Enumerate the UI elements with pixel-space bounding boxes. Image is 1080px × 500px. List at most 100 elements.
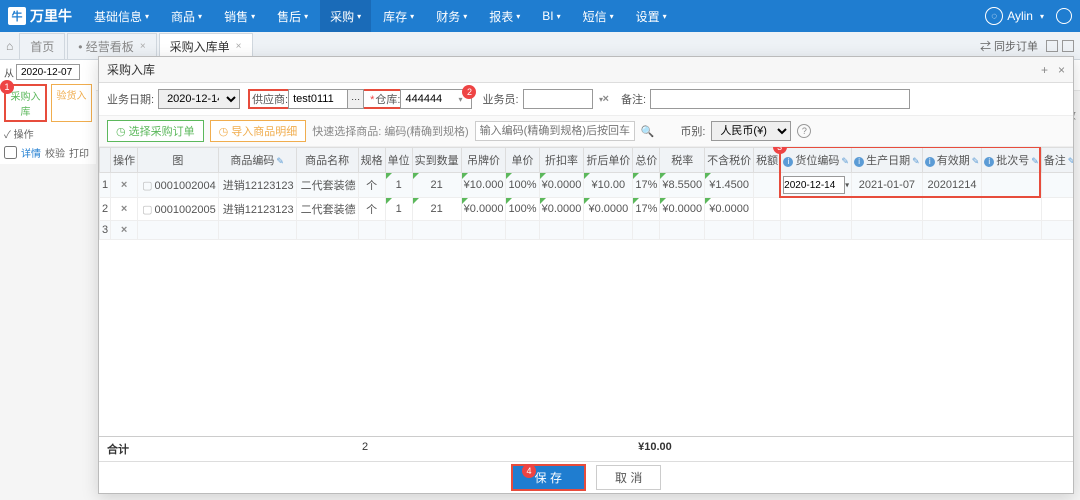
bizdate-select[interactable]: 2020-12-14 [158, 89, 240, 109]
totals-amount: ¥10.00 [638, 441, 672, 457]
tab-1[interactable]: 采购入库单× [159, 33, 253, 59]
col-0[interactable]: 操作 [111, 148, 138, 173]
search-icon[interactable]: 🔍 [641, 125, 655, 138]
tab-close-icon[interactable]: × [140, 41, 146, 52]
row-delete-icon[interactable]: × [121, 179, 127, 191]
modal-title: 采购入库 [107, 61, 1041, 78]
window-controls [1046, 40, 1074, 52]
col-8[interactable]: 单价 [506, 148, 539, 173]
col-6[interactable]: 实到数量 [412, 148, 461, 173]
supplier-input[interactable] [288, 89, 348, 109]
import-detail-button[interactable]: ◷ 导入商品明细 [210, 120, 307, 142]
edit-icon: ✎ [276, 156, 284, 166]
col-7[interactable]: 吊牌价 [461, 148, 506, 173]
col-19[interactable]: 备注✎ [1041, 148, 1073, 173]
nav-item-7[interactable]: 报表▾ [479, 0, 530, 32]
chevron-down-icon: ▾ [1040, 12, 1044, 21]
supplier-label: 供应商: [252, 91, 288, 107]
callout-2: 2 [462, 85, 476, 99]
nav-item-5[interactable]: 库存▾ [373, 0, 424, 32]
nav-item-2[interactable]: 销售▾ [214, 0, 265, 32]
currency-select[interactable]: 人民币(¥) [711, 121, 791, 141]
nav-item-1[interactable]: 商品▾ [161, 0, 212, 32]
col-9[interactable]: 折扣率 [539, 148, 584, 173]
from-date-input[interactable] [16, 64, 80, 80]
callout-1: 1 [0, 80, 14, 94]
cancel-button[interactable]: 取 消 [596, 465, 661, 490]
brand-logo: 牛 万里牛 [8, 6, 72, 26]
sidebar-print-link[interactable]: 打印 [69, 145, 89, 160]
tab-home[interactable]: 首页 [19, 33, 65, 59]
nav-menu: 基础信息▾商品▾销售▾售后▾采购▾库存▾财务▾报表▾BI▾短信▾设置▾ [84, 0, 677, 32]
col-11[interactable]: 总价 [633, 148, 660, 173]
refresh-icon[interactable] [1062, 40, 1074, 52]
callout-3: 3 [773, 147, 787, 154]
modal-expand-icon[interactable]: + [1041, 63, 1048, 77]
purchase-in-modal: 采购入库 + × 业务日期: 2020-12-14 供应商: ⋯ *仓库: ▾ … [98, 56, 1074, 494]
row-delete-icon[interactable]: × [121, 224, 127, 236]
quick-select-label: 快速选择商品: 编码(精确到规格) [312, 123, 468, 139]
nav-item-0[interactable]: 基础信息▾ [84, 0, 159, 32]
agent-clear-icon[interactable]: × [603, 93, 609, 105]
support-icon[interactable] [1056, 8, 1072, 24]
table-row: 3× [100, 221, 1074, 240]
tab-close-icon[interactable]: × [236, 41, 242, 52]
sidebar: 从 1 采购入库 验货入 ✓ 操作 详情 校验 打印 [0, 60, 96, 164]
logo-icon: 牛 [8, 7, 26, 25]
nav-item-4[interactable]: 采购▾ [320, 0, 371, 32]
row-checkbox[interactable] [4, 145, 17, 160]
user-name: Aylin [1007, 9, 1033, 23]
remark-input[interactable] [650, 89, 910, 109]
sidebar-verify-link[interactable]: 校验 [45, 145, 65, 160]
agent-input[interactable] [523, 89, 593, 109]
grid-wrap: 操作图商品编码✎商品名称规格单位实到数量吊牌价单价折扣率折后单价总价税率不含税价… [99, 147, 1073, 436]
brand-text: 万里牛 [30, 6, 72, 26]
col-10[interactable]: 折后单价 [584, 148, 633, 173]
edit-icon: ✎ [1068, 156, 1073, 166]
modal-close-icon[interactable]: × [1058, 63, 1065, 77]
nav-item-8[interactable]: BI▾ [532, 0, 570, 32]
nav-item-9[interactable]: 短信▾ [573, 0, 624, 32]
highlight-box-3: 3 [779, 147, 1042, 198]
bizdate-label: 业务日期: [107, 91, 154, 107]
expand-icon[interactable] [1046, 40, 1058, 52]
modal-header: 采购入库 + × [99, 57, 1073, 83]
inspect-in-button[interactable]: 验货入 [51, 84, 92, 122]
sidebar-ops: ✓ 操作 [4, 126, 92, 141]
pick-po-button[interactable]: ◷ 选择采购订单 [107, 120, 204, 142]
table-row: 2×▢0001002005进销12123123二代套装德个121¥0.00001… [100, 198, 1074, 221]
sidebar-detail-link[interactable]: 详情 [21, 145, 41, 160]
nav-right: ◌ Aylin ▾ [985, 7, 1072, 25]
callout-4: 4 [522, 464, 536, 478]
quick-code-input[interactable] [475, 121, 635, 141]
sync-orders-button[interactable]: ⇄ 同步订单 [980, 38, 1038, 54]
purchase-in-button[interactable]: 1 采购入库 [4, 84, 47, 122]
nav-item-3[interactable]: 售后▾ [267, 0, 318, 32]
nav-item-10[interactable]: 设置▾ [626, 0, 677, 32]
tab-right: ⇄ 同步订单 [980, 38, 1074, 54]
modal-form: 业务日期: 2020-12-14 供应商: ⋯ *仓库: ▾ 2 业务员: × … [99, 83, 1073, 115]
col-4[interactable]: 规格 [358, 148, 385, 173]
help-icon[interactable]: ? [797, 124, 811, 138]
supplier-picker-button[interactable]: ⋯ [348, 89, 364, 109]
col-12[interactable]: 税率 [660, 148, 705, 173]
totals-label: 合计 [107, 441, 207, 457]
col-1[interactable]: 图 [138, 148, 219, 173]
row-delete-icon[interactable]: × [121, 203, 127, 215]
image-icon: ▢ [142, 180, 152, 192]
col-2[interactable]: 商品编码✎ [218, 148, 296, 173]
home-icon[interactable]: ⌂ [6, 39, 13, 53]
col-3[interactable]: 商品名称 [296, 148, 358, 173]
tab-list: 首页 • 经营看板×采购入库单× [19, 33, 980, 59]
agent-label: 业务员: [482, 91, 518, 107]
modal-toolbar: ◷ 选择采购订单 ◷ 导入商品明细 快速选择商品: 编码(精确到规格) 🔍 币别… [99, 115, 1073, 147]
image-icon: ▢ [142, 204, 152, 216]
user-badge[interactable]: ◌ Aylin ▾ [985, 7, 1044, 25]
tab-0[interactable]: • 经营看板× [67, 33, 156, 59]
currency-label: 币别: [680, 123, 705, 139]
nav-item-6[interactable]: 财务▾ [426, 0, 477, 32]
totals-qty: 2 [362, 441, 368, 457]
col-13[interactable]: 不含税价 [705, 148, 754, 173]
col-5[interactable]: 单位 [385, 148, 412, 173]
supplier-warehouse-group: 供应商: ⋯ *仓库: ▾ 2 [248, 89, 472, 109]
